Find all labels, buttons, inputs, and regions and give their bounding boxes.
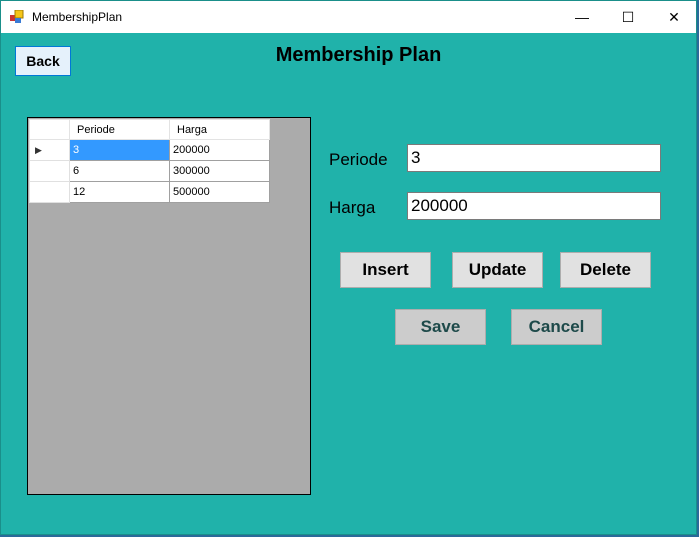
harga-input[interactable]	[407, 192, 661, 220]
row-header[interactable]	[29, 181, 70, 203]
table-row[interactable]: 6 300000	[29, 160, 270, 182]
membership-grid[interactable]: Periode Harga ▶ 3 200000 6 300000 12 500…	[27, 117, 311, 495]
cell-periode[interactable]: 3	[69, 139, 170, 161]
window-title: MembershipPlan	[32, 10, 123, 24]
cell-harga[interactable]: 500000	[169, 181, 270, 203]
app-window: MembershipPlan — ☐ ✕ Back Membership Pla…	[0, 0, 697, 535]
cancel-button[interactable]: Cancel	[511, 309, 602, 345]
table-row[interactable]: ▶ 3 200000	[29, 139, 270, 161]
cell-periode[interactable]: 12	[69, 181, 170, 203]
row-header-corner	[29, 119, 70, 140]
app-icon	[10, 10, 24, 23]
update-button[interactable]: Update	[452, 252, 543, 288]
cell-periode[interactable]: 6	[69, 160, 170, 182]
close-button[interactable]: ✕	[651, 1, 697, 33]
title-bar: MembershipPlan — ☐ ✕	[1, 1, 696, 33]
current-row-arrow-icon: ▶	[35, 145, 42, 155]
column-header-periode[interactable]: Periode	[69, 119, 170, 140]
insert-button[interactable]: Insert	[340, 252, 431, 288]
row-header[interactable]: ▶	[29, 139, 70, 161]
harga-label: Harga	[329, 198, 376, 217]
save-button[interactable]: Save	[395, 309, 486, 345]
periode-label: Periode	[329, 150, 388, 169]
cell-harga[interactable]: 200000	[169, 139, 270, 161]
periode-input[interactable]	[407, 144, 661, 172]
grid-header: Periode Harga	[29, 119, 270, 140]
page-title: Membership Plan	[275, 44, 442, 66]
table-row[interactable]: 12 500000	[29, 181, 270, 203]
delete-button[interactable]: Delete	[560, 252, 651, 288]
row-header[interactable]	[29, 160, 70, 182]
maximize-button[interactable]: ☐	[605, 1, 651, 33]
column-header-harga[interactable]: Harga	[169, 119, 270, 140]
cell-harga[interactable]: 300000	[169, 160, 270, 182]
minimize-button[interactable]: —	[559, 1, 605, 33]
